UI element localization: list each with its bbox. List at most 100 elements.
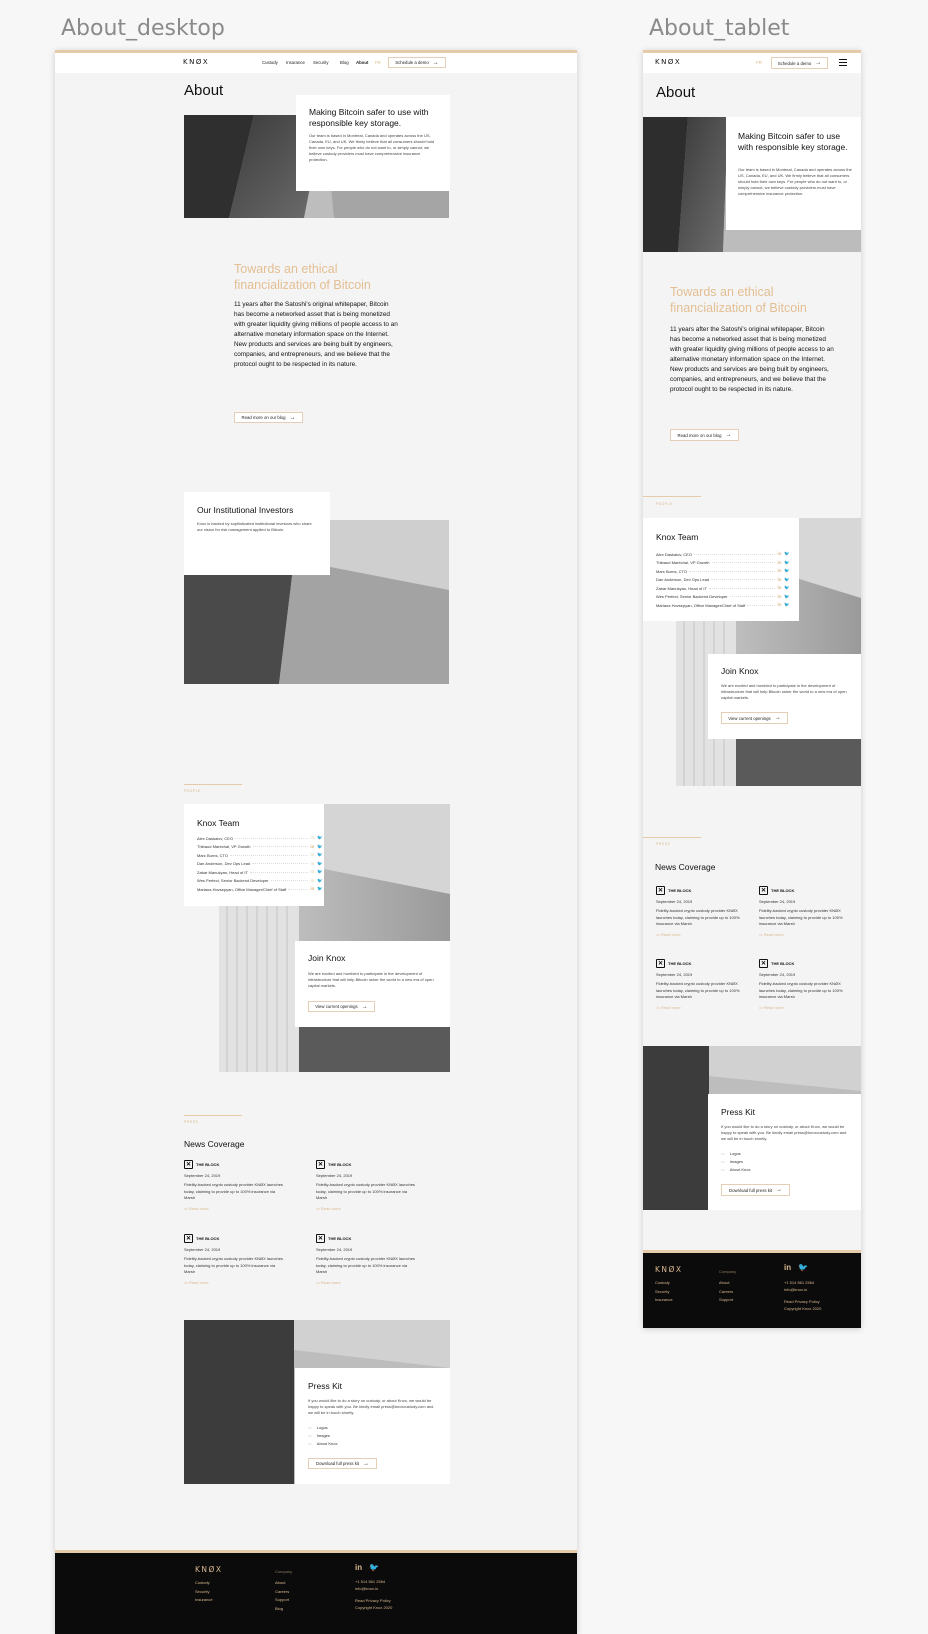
- team-row: Marc Burns, CTO in 🐦: [656, 568, 790, 574]
- investors-card: Our Institutional Investors Knox is back…: [184, 492, 330, 575]
- member-name: Mariana Hovsepyan, Office Manager/Chief …: [656, 602, 746, 608]
- top-navigation: KNØX FR Schedule a demo →: [643, 53, 861, 73]
- nav-blog[interactable]: Blog: [340, 60, 349, 65]
- read-more-link[interactable]: ▭ Read more: [759, 1005, 851, 1010]
- logo[interactable]: KNØX: [183, 58, 209, 66]
- view-openings-label: View current openings: [315, 1004, 358, 1009]
- linkedin-icon[interactable]: in: [777, 560, 781, 566]
- tablet-frame-title: About_tablet: [649, 16, 790, 41]
- footer-link[interactable]: Custody: [195, 1579, 213, 1588]
- read-more-link[interactable]: ▭ Read more: [656, 1005, 748, 1010]
- download-press-label: Download full press kit: [316, 1461, 359, 1466]
- twitter-icon[interactable]: 🐦: [798, 1263, 808, 1272]
- twitter-icon[interactable]: 🐦: [784, 585, 790, 591]
- linkedin-icon[interactable]: in: [355, 1563, 362, 1572]
- download-press-kit-button[interactable]: Download full press kit →: [308, 1458, 377, 1469]
- press-list: ▭ Logos ▭ Images ▭ About Knox: [721, 1151, 750, 1175]
- privacy-link[interactable]: Read Privacy Policy: [355, 1598, 392, 1605]
- linkedin-icon[interactable]: in: [310, 835, 314, 841]
- news-item: ✕ THE BLOCK September 24, 2019 Fidelity-b…: [759, 959, 851, 1010]
- news-source: THE BLOCK: [668, 888, 692, 893]
- logo[interactable]: KNØX: [655, 58, 681, 66]
- read-blog-button[interactable]: Read more on our blog →: [670, 429, 739, 441]
- schedule-demo-button[interactable]: Schedule a demo →: [388, 57, 446, 68]
- read-more-link[interactable]: ▭ Read more: [759, 932, 851, 937]
- linkedin-icon[interactable]: in: [310, 878, 314, 884]
- footer-link[interactable]: About: [719, 1279, 733, 1288]
- schedule-demo-button[interactable]: Schedule a demo →: [771, 57, 828, 69]
- linkedin-icon[interactable]: in: [777, 594, 781, 600]
- footer-link[interactable]: Security: [655, 1288, 673, 1297]
- nav-about[interactable]: About: [356, 60, 368, 65]
- footer-link[interactable]: Support: [719, 1296, 733, 1305]
- join-card: Join Knox We are excited and humbled to …: [708, 654, 861, 739]
- nav-insurance[interactable]: Insurance: [286, 60, 305, 65]
- nav-security[interactable]: Security: [313, 60, 329, 65]
- press-list: ▭ Logos ▭ Images ▭ About Knox: [308, 1425, 337, 1449]
- language-switch[interactable]: FR: [375, 60, 381, 65]
- footer-link[interactable]: Insurance: [195, 1596, 213, 1605]
- press-item-images[interactable]: ▭ Images: [721, 1159, 750, 1164]
- view-openings-button[interactable]: View current openings →: [721, 712, 788, 724]
- press-item-logos[interactable]: ▭ Logos: [721, 1151, 750, 1156]
- twitter-icon[interactable]: 🐦: [784, 602, 790, 608]
- linkedin-icon[interactable]: in: [777, 602, 781, 608]
- read-more-link[interactable]: ▭ Read more: [316, 1280, 416, 1285]
- news-text: Fidelity-backed crypto custody provider …: [316, 1182, 415, 1200]
- linkedin-icon[interactable]: in: [777, 577, 781, 583]
- menu-icon[interactable]: [839, 59, 847, 66]
- twitter-icon[interactable]: 🐦: [317, 852, 323, 858]
- language-switch[interactable]: FR: [756, 60, 762, 65]
- twitter-icon[interactable]: 🐦: [317, 878, 323, 884]
- linkedin-icon[interactable]: in: [310, 861, 314, 867]
- linkedin-icon[interactable]: in: [784, 1263, 791, 1272]
- twitter-icon[interactable]: 🐦: [317, 861, 323, 867]
- read-more-link[interactable]: ▭ Read more: [656, 932, 748, 937]
- twitter-icon[interactable]: 🐦: [317, 886, 323, 892]
- about-card-text: Our team is based in Montreal, Canada an…: [738, 167, 852, 196]
- the-block-logo-icon: ✕: [184, 1234, 193, 1243]
- linkedin-icon[interactable]: in: [310, 844, 314, 850]
- footer-link[interactable]: Careers: [719, 1288, 733, 1297]
- nav-custody[interactable]: Custody: [262, 60, 278, 65]
- footer-logo[interactable]: KNØX: [195, 1565, 223, 1574]
- linkedin-icon[interactable]: in: [777, 568, 781, 574]
- twitter-icon[interactable]: 🐦: [784, 568, 790, 574]
- linkedin-icon[interactable]: in: [310, 852, 314, 858]
- footer-link[interactable]: Custody: [655, 1279, 673, 1288]
- footer-link[interactable]: About: [275, 1579, 289, 1588]
- linkedin-icon[interactable]: in: [310, 886, 314, 892]
- twitter-icon[interactable]: 🐦: [784, 551, 790, 557]
- footer-link[interactable]: Support: [275, 1596, 289, 1605]
- download-press-kit-button[interactable]: Download full press kit →: [721, 1184, 790, 1196]
- press-item-about[interactable]: ▭ About Knox: [308, 1441, 337, 1446]
- twitter-icon[interactable]: 🐦: [317, 835, 323, 841]
- press-item-images[interactable]: ▭ Images: [308, 1433, 337, 1438]
- read-more-link[interactable]: ▭ Read more: [184, 1280, 284, 1285]
- linkedin-icon[interactable]: in: [777, 551, 781, 557]
- read-blog-button[interactable]: Read more on our blog →: [234, 412, 303, 423]
- read-more-link[interactable]: ▭ Read more: [184, 1206, 284, 1211]
- twitter-icon[interactable]: 🐦: [369, 1563, 379, 1572]
- twitter-icon[interactable]: 🐦: [784, 577, 790, 583]
- join-title: Join Knox: [721, 666, 759, 676]
- footer-link[interactable]: Insurance: [655, 1296, 673, 1305]
- press-item-logos[interactable]: ▭ Logos: [308, 1425, 337, 1430]
- footer-link[interactable]: Security: [195, 1588, 213, 1597]
- read-more-link[interactable]: ▭ Read more: [316, 1206, 416, 1211]
- view-openings-button[interactable]: View current openings →: [308, 1001, 375, 1012]
- footer-socials: in 🐦: [355, 1563, 379, 1572]
- twitter-icon[interactable]: 🐦: [784, 594, 790, 600]
- copyright: Copyright Knox 2020: [784, 1305, 822, 1311]
- twitter-icon[interactable]: 🐦: [317, 844, 323, 850]
- footer-link[interactable]: Careers: [275, 1588, 289, 1597]
- footer-logo[interactable]: KNØX: [655, 1265, 683, 1274]
- footer-link[interactable]: Blog: [275, 1605, 289, 1614]
- linkedin-icon[interactable]: in: [777, 585, 781, 591]
- privacy-link[interactable]: Read Privacy Policy: [784, 1299, 821, 1306]
- tablet-artboard: KNØX FR Schedule a demo → About Making Bi…: [643, 50, 861, 1328]
- press-item-about[interactable]: ▭ About Knox: [721, 1167, 750, 1172]
- linkedin-icon[interactable]: in: [310, 869, 314, 875]
- twitter-icon[interactable]: 🐦: [317, 869, 323, 875]
- twitter-icon[interactable]: 🐦: [784, 560, 790, 566]
